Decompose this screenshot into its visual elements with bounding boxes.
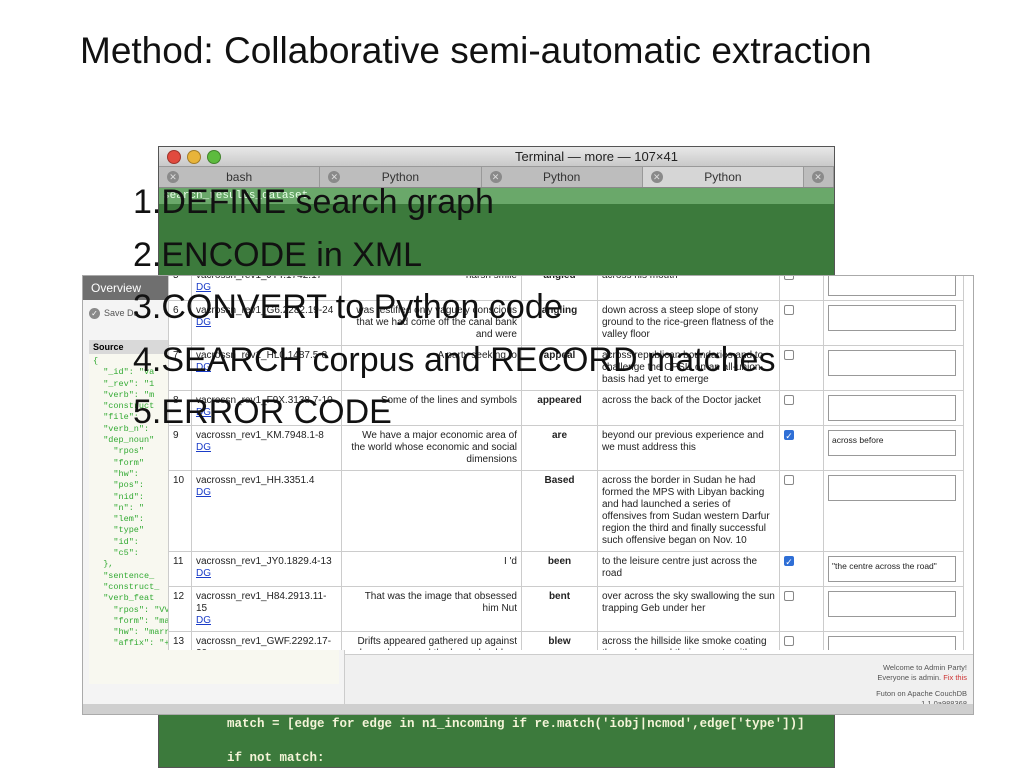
fix-this-link[interactable]: Fix this	[943, 673, 967, 682]
right-context: over across the sky swallowing the sun t…	[597, 586, 780, 632]
futon-version-label: Futon on Apache CouchDB	[876, 689, 967, 698]
note-cell	[823, 470, 964, 552]
match-checkbox[interactable]	[784, 591, 794, 601]
right-context: to the leisure centre just across the ro…	[597, 551, 780, 587]
welcome-text: Welcome to Admin Party!	[882, 663, 967, 672]
step-item: 1.DEFINE search graph	[133, 183, 494, 221]
row-number: 10	[168, 470, 192, 552]
step-item: 4.SEARCH corpus and RECORD matches	[133, 340, 776, 379]
row-id: vacrossn_rev1_H84.2913.11-15	[196, 591, 327, 614]
match-checkbox-cell	[779, 300, 824, 346]
row-id: vacrossn_rev1_GWF.2292.17-20	[196, 636, 332, 650]
match-checkbox-cell	[779, 390, 824, 426]
note-textarea[interactable]: "the centre across the road"	[828, 556, 956, 582]
left-context: Drifts appeared gathered up against shee…	[341, 631, 522, 650]
row-id-cell: vacrossn_rev1_JY0.1829.4-13 DG	[191, 551, 342, 587]
horizontal-scrollbar[interactable]	[83, 704, 973, 714]
match-checkbox-cell	[779, 470, 824, 552]
table-row: 13vacrossn_rev1_GWF.2292.17-20DGDrifts a…	[168, 631, 964, 650]
step-item: 2.ENCODE in XML	[133, 235, 423, 274]
table-row: 11 vacrossn_rev1_JY0.1829.4-13 DG I 'd been t…	[168, 551, 964, 587]
row-number: 11	[168, 551, 192, 587]
row-number: 13	[168, 631, 192, 650]
row-number: 12	[168, 586, 192, 632]
note-textarea[interactable]	[828, 636, 956, 650]
note-textarea[interactable]: across before	[828, 430, 956, 456]
match-checkbox[interactable]: ✓	[784, 430, 794, 441]
match-checkbox-cell	[779, 631, 824, 650]
note-cell: across before	[823, 425, 964, 471]
match-checkbox[interactable]	[784, 636, 794, 646]
tab-close-extra[interactable]: ✕	[804, 167, 834, 187]
match-checkbox[interactable]	[784, 350, 794, 360]
slide-title: Method: Collaborative semi-automatic ext…	[80, 30, 872, 71]
table-row: 10 vacrossn_rev1_HH.3351.4 DG Based across t…	[168, 470, 964, 552]
note-cell	[823, 390, 964, 426]
note-textarea[interactable]	[828, 305, 956, 331]
dg-link[interactable]: DG	[196, 568, 337, 580]
note-cell	[823, 586, 964, 632]
match-checkbox[interactable]	[784, 395, 794, 405]
terminal-title: Terminal — more — 107×41	[515, 149, 678, 164]
match-checkbox[interactable]	[784, 305, 794, 315]
note-textarea[interactable]	[828, 395, 956, 421]
left-context: I 'd	[341, 551, 522, 587]
match-checkbox[interactable]: ✓	[784, 556, 794, 567]
match-checkbox[interactable]	[784, 276, 794, 280]
verb-cell: Based	[521, 470, 598, 552]
right-context: across the hillside like smoke coating t…	[597, 631, 780, 650]
row-id-cell: vacrossn_rev1_HH.3351.4 DG	[191, 470, 342, 552]
left-context	[341, 470, 522, 552]
row-id: vacrossn_rev1_HH.3351.4	[196, 475, 315, 486]
left-context: That was the image that obsessed him Nut	[341, 586, 522, 632]
step-item: 3.CONVERT to Python code	[133, 288, 563, 326]
note-cell	[823, 631, 964, 650]
dg-link[interactable]: DG	[196, 615, 337, 627]
save-icon: ✓	[89, 307, 100, 319]
futon-sidebar-info: Welcome to Admin Party! Everyone is admi…	[876, 663, 967, 709]
terminal-titlebar: Terminal — more — 107×41	[159, 147, 834, 167]
match-checkbox-cell: ✓	[779, 425, 824, 471]
dg-link[interactable]: DG	[196, 487, 337, 499]
close-tab-icon[interactable]: ✕	[812, 171, 824, 183]
row-id: vacrossn_rev1_JY0.1829.4-13	[196, 556, 332, 567]
row-id-cell: vacrossn_rev1_H84.2913.11-15 DG	[191, 586, 342, 632]
note-textarea[interactable]	[828, 591, 956, 617]
match-checkbox[interactable]	[784, 475, 794, 485]
verb-cell: been	[521, 551, 598, 587]
right-context: across the border in Sudan he had formed…	[597, 470, 780, 552]
steps-list: 1.DEFINE search graph 2.ENCODE in XML 3.…	[133, 176, 775, 439]
row-id-cell: vacrossn_rev1_GWF.2292.17-20DG	[191, 631, 342, 650]
dg-link[interactable]: DG	[196, 442, 337, 454]
note-textarea[interactable]	[828, 350, 956, 376]
table-row: 12 vacrossn_rev1_H84.2913.11-15 DG That was…	[168, 586, 964, 632]
match-checkbox-cell	[779, 276, 824, 301]
note-textarea[interactable]	[828, 276, 956, 296]
note-cell	[823, 276, 964, 301]
note-cell	[823, 300, 964, 346]
match-checkbox-cell	[779, 586, 824, 632]
note-cell	[823, 345, 964, 391]
note-cell: "the centre across the road"	[823, 551, 964, 587]
match-checkbox-cell: ✓	[779, 551, 824, 587]
admin-text: Everyone is admin.	[877, 673, 942, 682]
verb-cell: bent	[521, 586, 598, 632]
verb-cell: blew	[521, 631, 598, 650]
code-line: match = [edge for edge in n1_incoming if…	[227, 717, 805, 731]
note-textarea[interactable]	[828, 475, 956, 501]
match-checkbox-cell	[779, 345, 824, 391]
code-line: if not match:	[227, 751, 325, 765]
step-item: 5.ERROR CODE	[133, 393, 392, 431]
